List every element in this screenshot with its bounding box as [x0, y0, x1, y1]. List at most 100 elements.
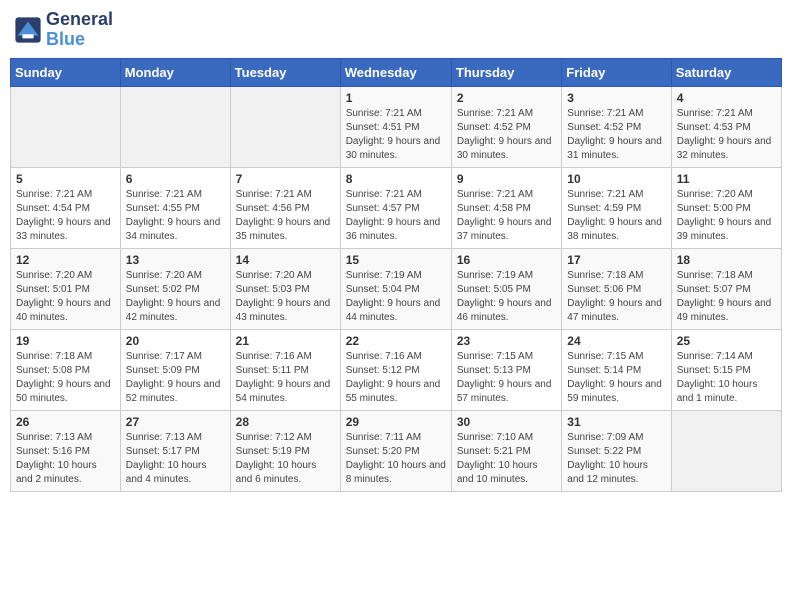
calendar-cell: 8 Sunrise: 7:21 AM Sunset: 4:57 PM Daylig…: [340, 167, 451, 248]
calendar-cell: [120, 86, 230, 167]
calendar-cell: 9 Sunrise: 7:21 AM Sunset: 4:58 PM Daylig…: [451, 167, 561, 248]
day-number: 7: [236, 172, 335, 186]
day-number: 4: [677, 91, 776, 105]
day-number: 16: [457, 253, 556, 267]
weekday-header-saturday: Saturday: [671, 58, 781, 86]
day-info: Sunrise: 7:19 AM Sunset: 5:04 PM Dayligh…: [346, 269, 446, 325]
day-info: Sunrise: 7:21 AM Sunset: 4:52 PM Dayligh…: [457, 107, 556, 163]
day-info: Sunrise: 7:21 AM Sunset: 4:51 PM Dayligh…: [346, 107, 446, 163]
day-number: 9: [457, 172, 556, 186]
day-number: 18: [677, 253, 776, 267]
day-number: 26: [16, 415, 115, 429]
day-number: 19: [16, 334, 115, 348]
calendar-cell: 27 Sunrise: 7:13 AM Sunset: 5:17 PM Dayli…: [120, 410, 230, 491]
day-number: 13: [126, 253, 225, 267]
day-number: 14: [236, 253, 335, 267]
calendar-cell: 29 Sunrise: 7:11 AM Sunset: 5:20 PM Dayli…: [340, 410, 451, 491]
calendar-cell: 3 Sunrise: 7:21 AM Sunset: 4:52 PM Daylig…: [562, 86, 671, 167]
calendar-cell: 25Sunrise: 7:14 AM Sunset: 5:15 PM Dayli…: [671, 329, 781, 410]
calendar-cell: 15 Sunrise: 7:19 AM Sunset: 5:04 PM Dayli…: [340, 248, 451, 329]
calendar-cell: 5 Sunrise: 7:21 AM Sunset: 4:54 PM Daylig…: [11, 167, 121, 248]
calendar-week-row: 1 Sunrise: 7:21 AM Sunset: 4:51 PM Daylig…: [11, 86, 782, 167]
day-info: Sunrise: 7:20 AM Sunset: 5:00 PM Dayligh…: [677, 188, 776, 244]
day-info: Sunrise: 7:18 AM Sunset: 5:08 PM Dayligh…: [16, 350, 115, 406]
day-number: 3: [567, 91, 665, 105]
day-number: 8: [346, 172, 446, 186]
calendar-week-row: 12Sunrise: 7:20 AM Sunset: 5:01 PM Dayli…: [11, 248, 782, 329]
day-number: 15: [346, 253, 446, 267]
day-number: 11: [677, 172, 776, 186]
day-info: Sunrise: 7:21 AM Sunset: 4:57 PM Dayligh…: [346, 188, 446, 244]
day-info: Sunrise: 7:21 AM Sunset: 4:54 PM Dayligh…: [16, 188, 115, 244]
day-info: Sunrise: 7:21 AM Sunset: 4:52 PM Dayligh…: [567, 107, 665, 163]
calendar-cell: [671, 410, 781, 491]
page-header: General Blue: [10, 10, 782, 50]
day-number: 6: [126, 172, 225, 186]
calendar-cell: 17 Sunrise: 7:18 AM Sunset: 5:06 PM Dayli…: [562, 248, 671, 329]
calendar-cell: 19 Sunrise: 7:18 AM Sunset: 5:08 PM Dayli…: [11, 329, 121, 410]
day-info: Sunrise: 7:17 AM Sunset: 5:09 PM Dayligh…: [126, 350, 225, 406]
day-number: 23: [457, 334, 556, 348]
weekday-header-thursday: Thursday: [451, 58, 561, 86]
calendar-cell: 1 Sunrise: 7:21 AM Sunset: 4:51 PM Daylig…: [340, 86, 451, 167]
weekday-header-row: SundayMondayTuesdayWednesdayThursdayFrid…: [11, 58, 782, 86]
day-number: 1: [346, 91, 446, 105]
day-info: Sunrise: 7:16 AM Sunset: 5:11 PM Dayligh…: [236, 350, 335, 406]
day-number: 22: [346, 334, 446, 348]
day-info: Sunrise: 7:21 AM Sunset: 4:58 PM Dayligh…: [457, 188, 556, 244]
day-number: 17: [567, 253, 665, 267]
day-number: 27: [126, 415, 225, 429]
calendar-week-row: 19 Sunrise: 7:18 AM Sunset: 5:08 PM Dayli…: [11, 329, 782, 410]
day-info: Sunrise: 7:15 AM Sunset: 5:13 PM Dayligh…: [457, 350, 556, 406]
day-info: Sunrise: 7:21 AM Sunset: 4:55 PM Dayligh…: [126, 188, 225, 244]
day-number: 5: [16, 172, 115, 186]
day-number: 12: [16, 253, 115, 267]
weekday-header-friday: Friday: [562, 58, 671, 86]
day-info: Sunrise: 7:11 AM Sunset: 5:20 PM Dayligh…: [346, 431, 446, 487]
calendar-cell: 20Sunrise: 7:17 AM Sunset: 5:09 PM Dayli…: [120, 329, 230, 410]
day-info: Sunrise: 7:09 AM Sunset: 5:22 PM Dayligh…: [567, 431, 665, 487]
calendar-cell: 13 Sunrise: 7:20 AM Sunset: 5:02 PM Dayli…: [120, 248, 230, 329]
day-number: 21: [236, 334, 335, 348]
day-info: Sunrise: 7:10 AM Sunset: 5:21 PM Dayligh…: [457, 431, 556, 487]
calendar-cell: 14 Sunrise: 7:20 AM Sunset: 5:03 PM Dayli…: [230, 248, 340, 329]
calendar-cell: 22 Sunrise: 7:16 AM Sunset: 5:12 PM Dayli…: [340, 329, 451, 410]
calendar-cell: 11 Sunrise: 7:20 AM Sunset: 5:00 PM Dayli…: [671, 167, 781, 248]
day-info: Sunrise: 7:16 AM Sunset: 5:12 PM Dayligh…: [346, 350, 446, 406]
calendar-cell: 30 Sunrise: 7:10 AM Sunset: 5:21 PM Dayli…: [451, 410, 561, 491]
day-info: Sunrise: 7:18 AM Sunset: 5:06 PM Dayligh…: [567, 269, 665, 325]
day-info: Sunrise: 7:13 AM Sunset: 5:17 PM Dayligh…: [126, 431, 225, 487]
calendar-cell: [230, 86, 340, 167]
weekday-header-wednesday: Wednesday: [340, 58, 451, 86]
calendar-cell: 23 Sunrise: 7:15 AM Sunset: 5:13 PM Dayli…: [451, 329, 561, 410]
calendar-cell: 31Sunrise: 7:09 AM Sunset: 5:22 PM Dayli…: [562, 410, 671, 491]
day-number: 2: [457, 91, 556, 105]
day-info: Sunrise: 7:21 AM Sunset: 4:53 PM Dayligh…: [677, 107, 776, 163]
day-info: Sunrise: 7:20 AM Sunset: 5:03 PM Dayligh…: [236, 269, 335, 325]
calendar-cell: 28Sunrise: 7:12 AM Sunset: 5:19 PM Dayli…: [230, 410, 340, 491]
day-number: 28: [236, 415, 335, 429]
day-number: 24: [567, 334, 665, 348]
logo-icon: [14, 16, 42, 44]
day-info: Sunrise: 7:18 AM Sunset: 5:07 PM Dayligh…: [677, 269, 776, 325]
day-info: Sunrise: 7:15 AM Sunset: 5:14 PM Dayligh…: [567, 350, 665, 406]
day-number: 29: [346, 415, 446, 429]
weekday-header-sunday: Sunday: [11, 58, 121, 86]
calendar-cell: 7 Sunrise: 7:21 AM Sunset: 4:56 PM Daylig…: [230, 167, 340, 248]
day-info: Sunrise: 7:13 AM Sunset: 5:16 PM Dayligh…: [16, 431, 115, 487]
day-number: 30: [457, 415, 556, 429]
calendar-cell: 10Sunrise: 7:21 AM Sunset: 4:59 PM Dayli…: [562, 167, 671, 248]
calendar-cell: 18 Sunrise: 7:18 AM Sunset: 5:07 PM Dayli…: [671, 248, 781, 329]
day-info: Sunrise: 7:20 AM Sunset: 5:02 PM Dayligh…: [126, 269, 225, 325]
calendar-week-row: 5 Sunrise: 7:21 AM Sunset: 4:54 PM Daylig…: [11, 167, 782, 248]
calendar-cell: 16Sunrise: 7:19 AM Sunset: 5:05 PM Dayli…: [451, 248, 561, 329]
calendar-cell: 6 Sunrise: 7:21 AM Sunset: 4:55 PM Daylig…: [120, 167, 230, 248]
calendar-table: SundayMondayTuesdayWednesdayThursdayFrid…: [10, 58, 782, 492]
weekday-header-monday: Monday: [120, 58, 230, 86]
calendar-cell: 24 Sunrise: 7:15 AM Sunset: 5:14 PM Dayli…: [562, 329, 671, 410]
calendar-cell: [11, 86, 121, 167]
day-info: Sunrise: 7:21 AM Sunset: 4:56 PM Dayligh…: [236, 188, 335, 244]
calendar-week-row: 26 Sunrise: 7:13 AM Sunset: 5:16 PM Dayli…: [11, 410, 782, 491]
logo-text: General Blue: [46, 10, 113, 50]
weekday-header-tuesday: Tuesday: [230, 58, 340, 86]
